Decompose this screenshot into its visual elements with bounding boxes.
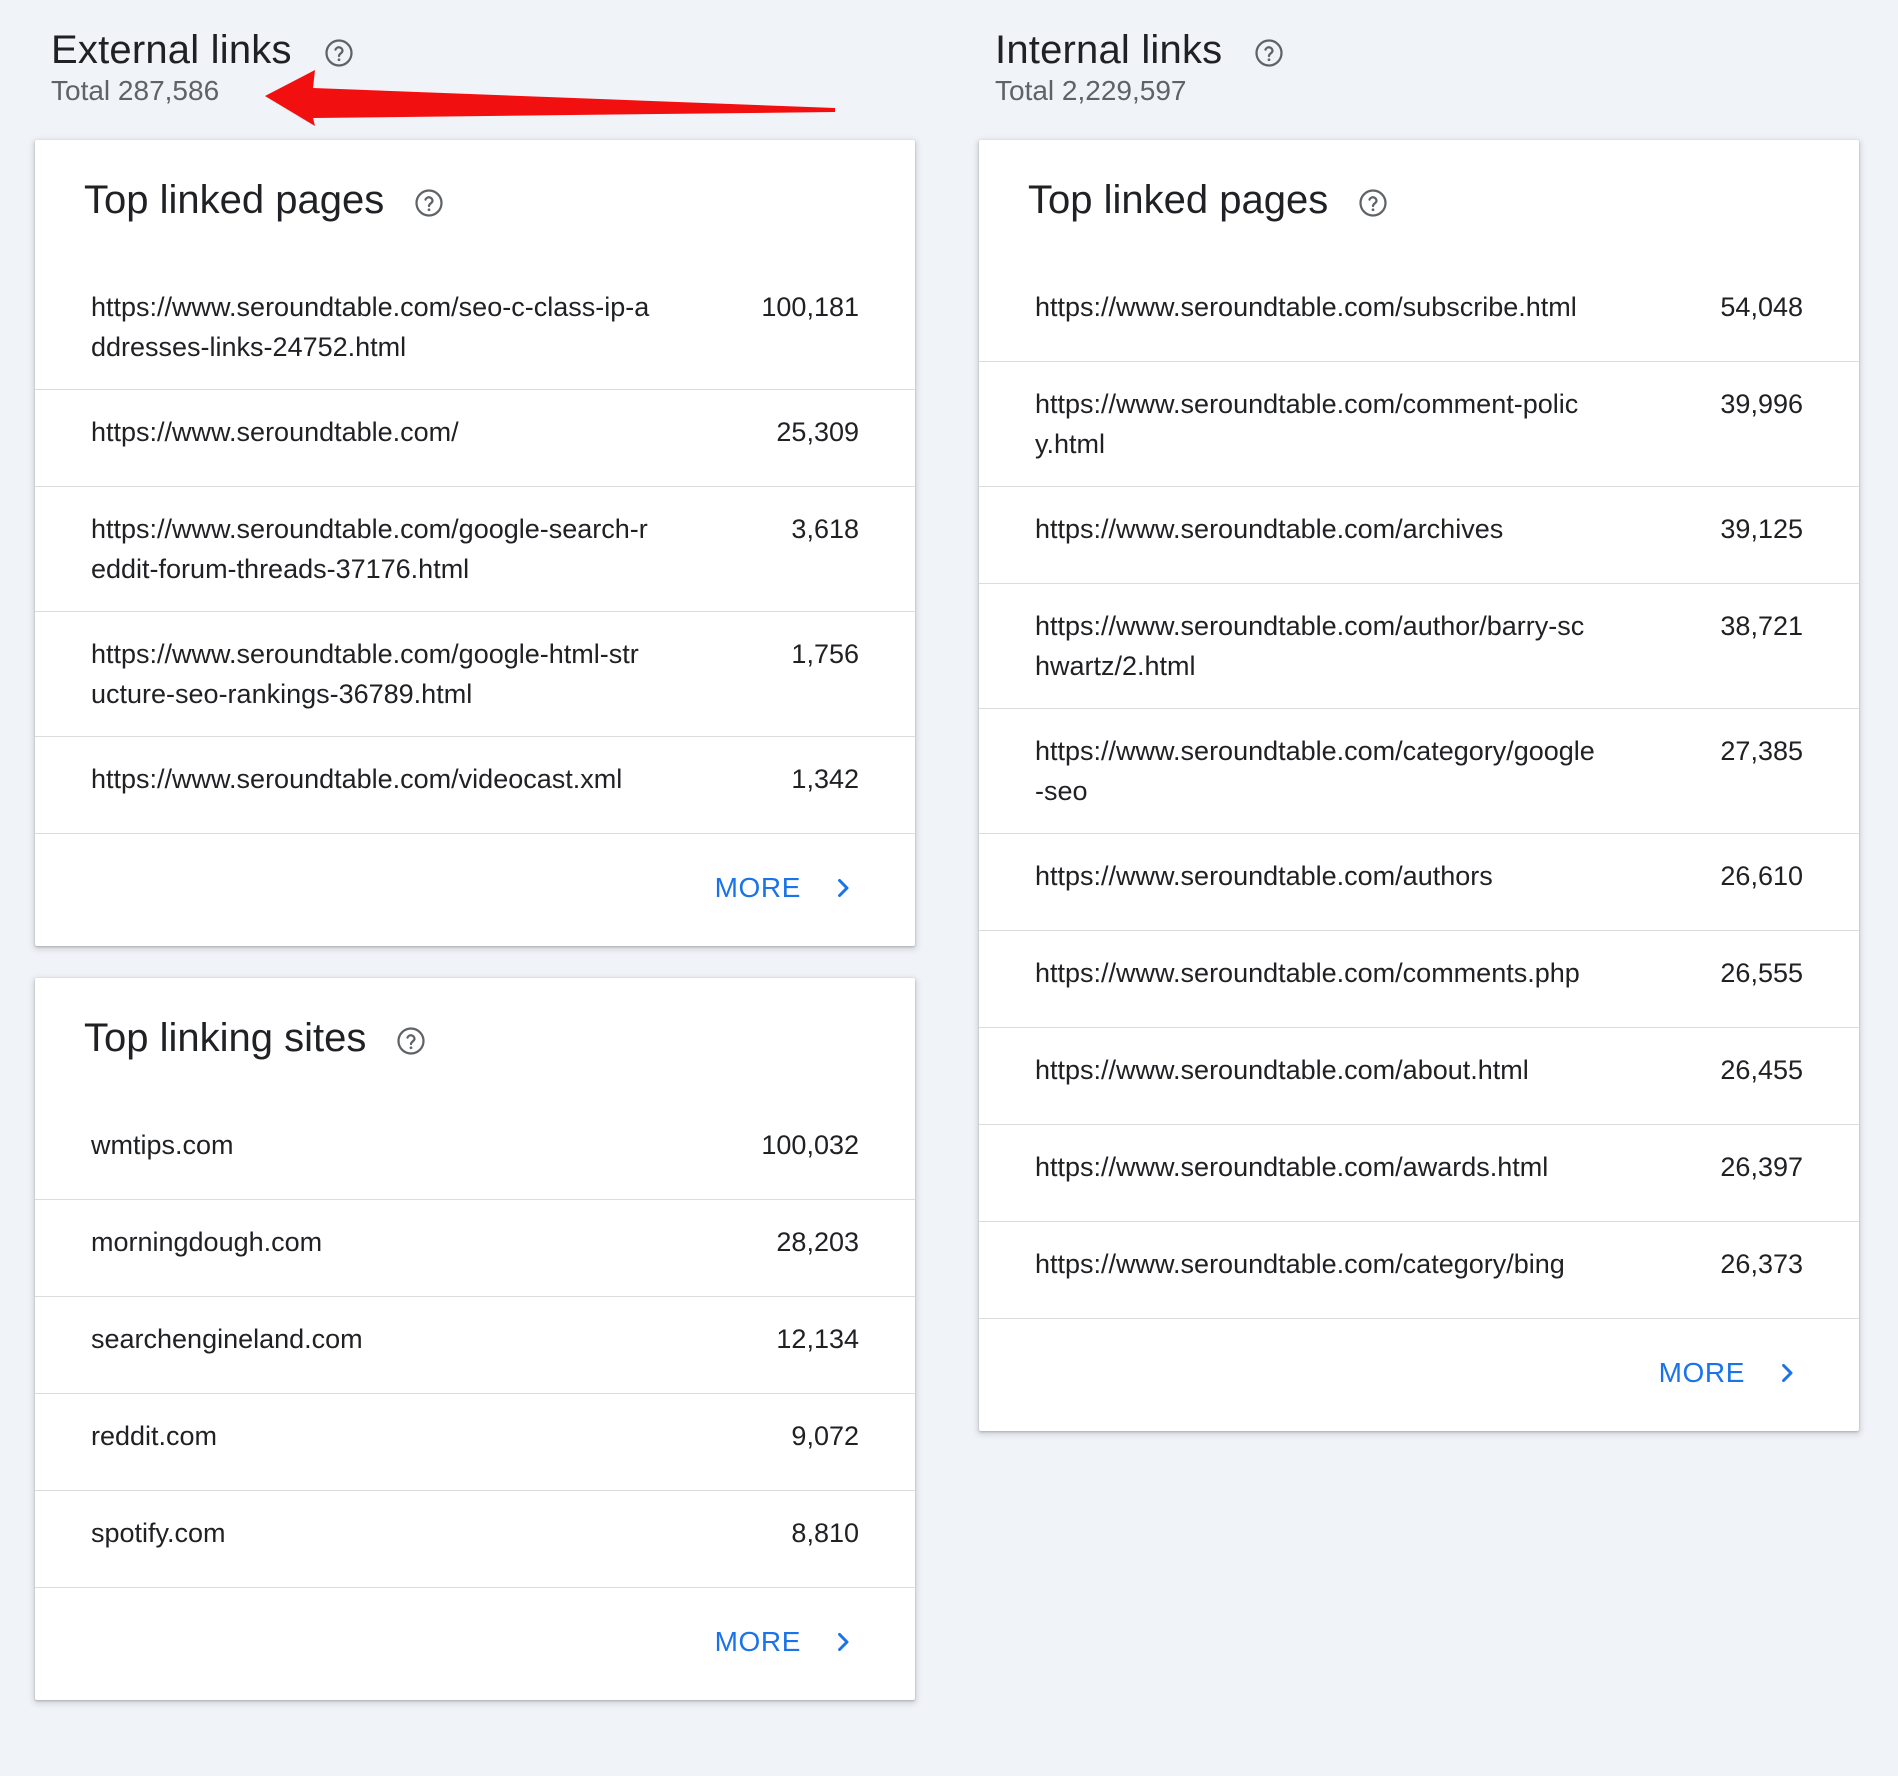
row-count: 100,032 [761,1130,859,1160]
more-label: MORE [1658,1357,1745,1388]
table-row[interactable]: wmtips.com 100,032 [35,1103,915,1200]
help-circle-icon[interactable] [1358,188,1388,218]
table-row[interactable]: https://www.seroundtable.com/authors 26,… [979,834,1859,931]
row-count: 39,996 [1720,389,1803,419]
row-count: 27,385 [1720,736,1803,766]
row-url: https://www.seroundtable.com/archives [1035,514,1504,544]
table-body: https://www.seroundtable.com/subscribe.h… [979,265,1859,1319]
card-title: Top linking sites [84,1016,367,1060]
row-count: 38,721 [1720,611,1803,641]
table-row[interactable]: https://www.seroundtable.com/google-html… [35,612,915,737]
table-row[interactable]: https://www.seroundtable.com/videocast.x… [35,737,915,834]
row-count: 26,610 [1720,861,1803,891]
row-count: 25,309 [776,417,859,447]
row-url: https://www.seroundtable.com/videocast.x… [91,764,623,794]
row-site: reddit.com [91,1421,218,1451]
row-count: 26,397 [1720,1152,1803,1182]
row-url: https://www.seroundtable.com/category/bi… [1035,1249,1565,1279]
table-row[interactable]: morningdough.com 28,203 [35,1200,915,1297]
table-row[interactable]: https://www.seroundtable.com/comment-pol… [979,362,1859,487]
external-top-linked-pages-card: Top linked pages https://www.seroundtabl… [35,140,915,946]
row-count: 1,342 [791,764,859,794]
row-count: 3,618 [791,514,859,544]
table-row[interactable]: https://www.seroundtable.com/ 25,309 [35,390,915,487]
card-title: Top linked pages [84,178,385,222]
more-button[interactable]: MORE [715,872,855,904]
row-site: morningdough.com [91,1227,323,1257]
internal-links-column: Internal links Total 2,229,597 Top linke… [979,0,1859,1463]
table-row[interactable]: https://www.seroundtable.com/seo-c-class… [35,265,915,390]
row-url: https://www.seroundtable.com/about.html [1035,1055,1529,1085]
table-row[interactable]: spotify.com 8,810 [35,1491,915,1588]
more-button[interactable]: MORE [715,1626,855,1658]
internal-top-linked-pages-card: Top linked pages https://www.seroundtabl… [979,140,1859,1431]
row-count: 28,203 [776,1227,859,1257]
table-row[interactable]: https://www.seroundtable.com/comments.ph… [979,931,1859,1028]
help-circle-icon[interactable] [324,38,354,68]
row-url: https://www.seroundtable.com/seo-c-class… [91,292,650,362]
card-title: Top linked pages [1028,178,1329,222]
table-row[interactable]: searchengineland.com 12,134 [35,1297,915,1394]
row-count: 26,455 [1720,1055,1803,1085]
table-body: https://www.seroundtable.com/seo-c-class… [35,265,915,834]
external-links-column: External links Total 287,586 Top linked … [35,0,915,1732]
external-links-total: Total 287,586 [51,75,220,106]
chevron-right-icon [1775,1361,1799,1385]
row-count: 26,555 [1720,958,1803,988]
help-circle-icon[interactable] [396,1026,426,1056]
row-url: https://www.seroundtable.com/google-html… [91,639,639,709]
internal-links-header: Internal links Total 2,229,597 [979,0,1859,140]
table-row[interactable]: https://www.seroundtable.com/category/go… [979,709,1859,834]
row-url: https://www.seroundtable.com/authors [1035,861,1493,891]
row-count: 1,756 [791,639,859,669]
external-links-title: External links [51,28,292,72]
row-count: 100,181 [761,292,859,322]
row-url: https://www.seroundtable.com/author/barr… [1035,611,1585,681]
chevron-right-icon [831,1630,855,1654]
row-count: 12,134 [776,1324,859,1354]
row-site: wmtips.com [91,1130,234,1160]
row-url: https://www.seroundtable.com/google-sear… [91,514,648,584]
row-url: https://www.seroundtable.com/comment-pol… [1035,389,1579,459]
row-url: https://www.seroundtable.com/subscribe.h… [1035,292,1577,322]
internal-links-total: Total 2,229,597 [995,75,1187,106]
table-row[interactable]: reddit.com 9,072 [35,1394,915,1491]
external-links-header: External links Total 287,586 [35,0,915,140]
row-site: spotify.com [91,1518,226,1548]
table-body: wmtips.com 100,032 morningdough.com 28,2… [35,1103,915,1588]
row-count: 8,810 [791,1518,859,1548]
row-url: https://www.seroundtable.com/comments.ph… [1035,958,1580,988]
external-top-linking-sites-card: Top linking sites wmtips.com 100,032 mor… [35,978,915,1700]
chevron-right-icon [831,876,855,900]
table-row[interactable]: https://www.seroundtable.com/subscribe.h… [979,265,1859,362]
row-count: 9,072 [791,1421,859,1451]
row-count: 39,125 [1720,514,1803,544]
help-circle-icon[interactable] [414,188,444,218]
row-url: https://www.seroundtable.com/ [91,417,459,447]
row-count: 26,373 [1720,1249,1803,1279]
more-label: MORE [714,1626,801,1657]
more-button[interactable]: MORE [1659,1357,1799,1389]
row-url: https://www.seroundtable.com/awards.html [1035,1152,1549,1182]
row-count: 54,048 [1720,292,1803,322]
table-row[interactable]: https://www.seroundtable.com/about.html … [979,1028,1859,1125]
table-row[interactable]: https://www.seroundtable.com/category/bi… [979,1222,1859,1319]
help-circle-icon[interactable] [1254,38,1284,68]
table-row[interactable]: https://www.seroundtable.com/author/barr… [979,584,1859,709]
row-url: https://www.seroundtable.com/category/go… [1035,736,1595,806]
table-row[interactable]: https://www.seroundtable.com/google-sear… [35,487,915,612]
row-site: searchengineland.com [91,1324,363,1354]
internal-links-title: Internal links [995,28,1223,72]
table-row[interactable]: https://www.seroundtable.com/archives 39… [979,487,1859,584]
more-label: MORE [714,872,801,903]
table-row[interactable]: https://www.seroundtable.com/awards.html… [979,1125,1859,1222]
